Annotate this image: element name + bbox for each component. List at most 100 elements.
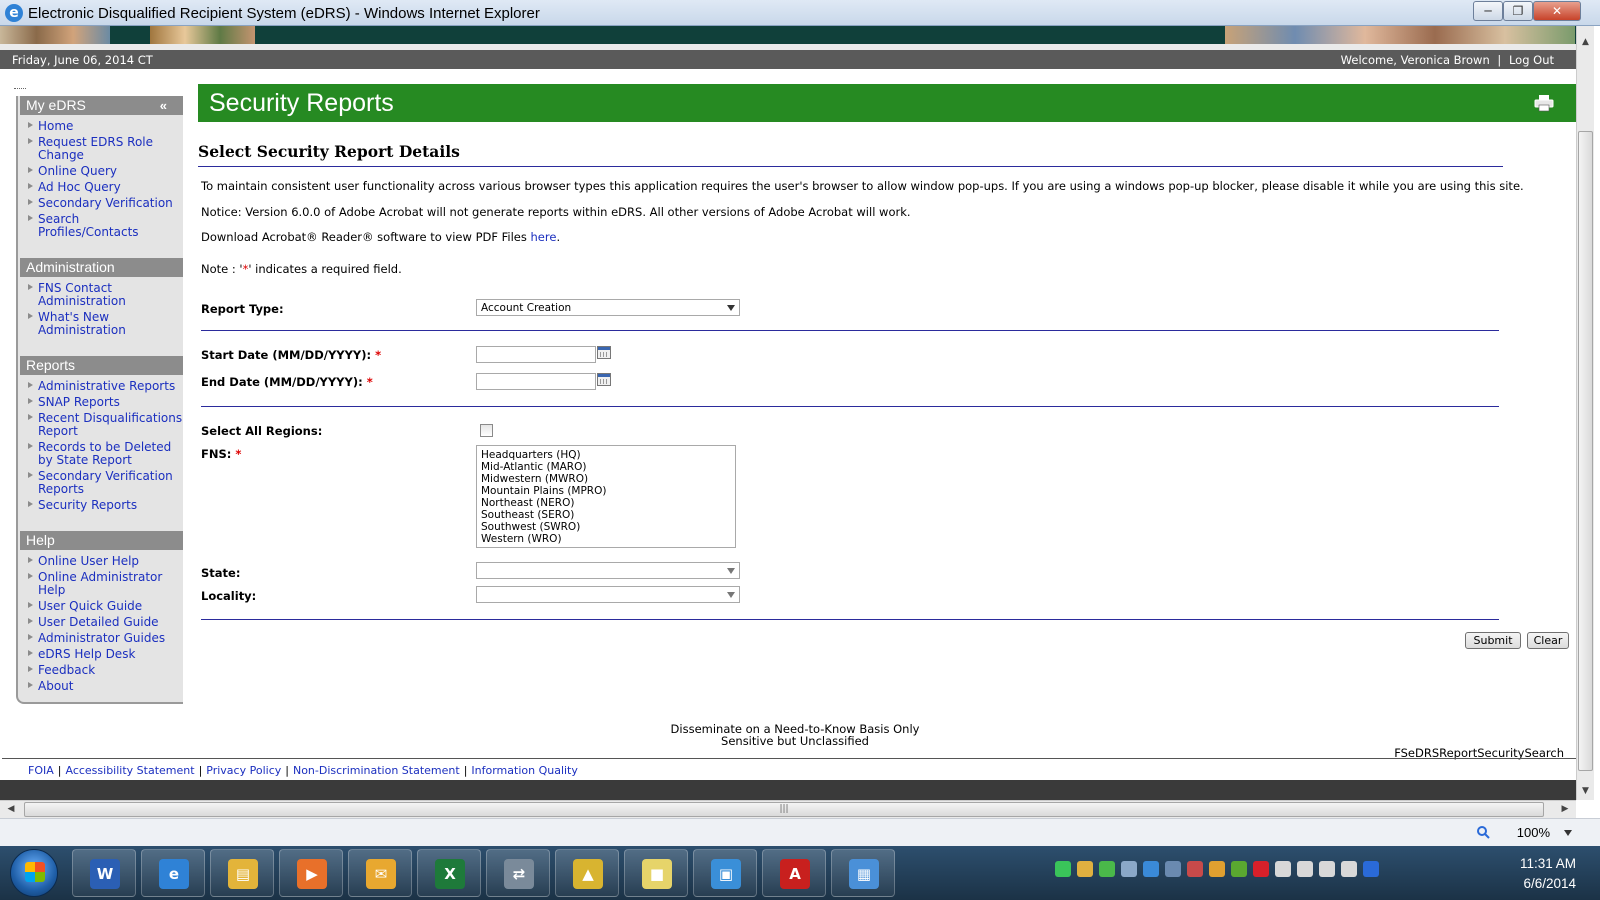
sidebar-link[interactable]: Online Query xyxy=(26,165,183,178)
taskbar-app-sticky-notes[interactable]: ■ xyxy=(624,849,688,897)
sidebar-link[interactable]: Secondary Verification Reports xyxy=(26,470,183,496)
tools-icon[interactable] xyxy=(1187,861,1203,877)
fns-region-option[interactable]: Headquarters (HQ) xyxy=(481,449,731,461)
calendar-icon[interactable] xyxy=(597,373,611,386)
taskbar-app-ie[interactable]: e xyxy=(141,849,205,897)
fns-region-option[interactable]: Midwestern (MWRO) xyxy=(481,473,731,485)
sidebar-resize-handle[interactable] xyxy=(14,88,26,92)
sidebar-link[interactable]: Online Administrator Help xyxy=(26,571,183,597)
horizontal-scrollbar[interactable]: ◀ ||| ▶ xyxy=(0,800,1576,818)
sidebar-section-header[interactable]: Reports xyxy=(20,356,183,375)
nvidia-icon[interactable] xyxy=(1231,861,1247,877)
download-here-link[interactable]: here xyxy=(531,230,557,244)
report-type-select[interactable]: Account Creation xyxy=(476,299,740,316)
zoom-level[interactable]: 100% xyxy=(1517,825,1550,840)
taskbar-app-outlook[interactable]: ✉ xyxy=(348,849,412,897)
sidebar-link[interactable]: Administrator Guides xyxy=(26,632,183,645)
footer-link[interactable]: Privacy Policy xyxy=(206,764,281,777)
start-date-input[interactable] xyxy=(476,346,596,363)
close-button[interactable]: ✕ xyxy=(1533,1,1581,21)
taskbar-app-explorer-folder[interactable]: ▤ xyxy=(210,849,274,897)
submit-button[interactable]: Submit xyxy=(1465,632,1521,649)
sidebar-link[interactable]: What's New Administration xyxy=(26,311,183,337)
sidebar-link[interactable]: Administrative Reports xyxy=(26,380,183,393)
printer-icon[interactable] xyxy=(1534,94,1554,112)
sidebar-section-header[interactable]: Administration xyxy=(20,258,183,277)
shield-icon[interactable] xyxy=(1143,861,1159,877)
plus-icon[interactable] xyxy=(1099,861,1115,877)
scroll-right-icon[interactable]: ▶ xyxy=(1556,801,1574,818)
sidebar-section-header[interactable]: Help xyxy=(20,531,183,550)
lock-icon[interactable] xyxy=(1077,861,1093,877)
sidebar-link[interactable]: About xyxy=(26,680,183,693)
maximize-button[interactable]: ❐ xyxy=(1503,1,1533,21)
taskbar-app-control-panel[interactable]: ▦ xyxy=(831,849,895,897)
locality-select[interactable] xyxy=(476,586,740,603)
fns-region-option[interactable]: Southeast (SERO) xyxy=(481,509,731,521)
taskbar-app-excel[interactable]: X xyxy=(417,849,481,897)
taskbar-app-remote-desktop[interactable]: ▣ xyxy=(693,849,757,897)
taskbar-app-network[interactable]: ⇄ xyxy=(486,849,550,897)
scrollbar-thumb[interactable]: ||| xyxy=(24,802,1544,817)
signal-icon[interactable] xyxy=(1319,861,1335,877)
collapse-icon[interactable]: « xyxy=(160,96,167,115)
taskbar-app-acrobat[interactable]: A xyxy=(762,849,826,897)
sidebar-link[interactable]: Feedback xyxy=(26,664,183,677)
taskbar-app-vpn[interactable]: ▲ xyxy=(555,849,619,897)
footer-link[interactable]: FOIA xyxy=(28,764,54,777)
window-title-bar[interactable]: e Electronic Disqualified Recipient Syst… xyxy=(0,0,1600,26)
sidebar-link[interactable]: Search Profiles/Contacts xyxy=(26,213,183,239)
fns-region-option[interactable]: Northeast (NERO) xyxy=(481,497,731,509)
sidebar-link[interactable]: Ad Hoc Query xyxy=(26,181,183,194)
sidebar-link[interactable]: Secondary Verification xyxy=(26,197,183,210)
scroll-up-icon[interactable]: ▲ xyxy=(1577,34,1594,51)
chevron-down-icon xyxy=(727,568,735,574)
start-button[interactable] xyxy=(10,849,58,897)
sidebar-link[interactable]: Home xyxy=(26,120,183,133)
sidebar-link[interactable]: Records to be Deleted by State Report xyxy=(26,441,183,467)
taskbar-app-word[interactable]: W xyxy=(72,849,136,897)
volume-icon[interactable] xyxy=(1341,861,1357,877)
antivirus-icon[interactable] xyxy=(1253,861,1269,877)
bluetooth-icon[interactable] xyxy=(1363,861,1379,877)
monitor-icon[interactable] xyxy=(1165,861,1181,877)
footer-link[interactable]: Information Quality xyxy=(471,764,577,777)
taskbar-clock[interactable]: 11:31 AM 6/6/2014 xyxy=(1520,854,1576,894)
outlook-tray-icon[interactable] xyxy=(1209,861,1225,877)
footer-link[interactable]: Accessibility Statement xyxy=(65,764,194,777)
clear-button[interactable]: Clear xyxy=(1527,632,1569,649)
end-date-input[interactable] xyxy=(476,373,596,390)
sync-icon[interactable] xyxy=(1055,861,1071,877)
sidebar-link[interactable]: Security Reports xyxy=(26,499,183,512)
sidebar-link[interactable]: Recent Disqualifications Report xyxy=(26,412,183,438)
sidebar-link[interactable]: SNAP Reports xyxy=(26,396,183,409)
scrollbar-thumb[interactable] xyxy=(1578,131,1593,771)
sidebar-link[interactable]: eDRS Help Desk xyxy=(26,648,183,661)
state-select[interactable] xyxy=(476,562,740,579)
chevron-down-icon[interactable] xyxy=(1564,830,1572,836)
scroll-down-icon[interactable]: ▼ xyxy=(1577,783,1594,800)
taskbar-app-media-player[interactable]: ▶ xyxy=(279,849,343,897)
sidebar-link[interactable]: User Quick Guide xyxy=(26,600,183,613)
minimize-button[interactable]: ─ xyxy=(1473,1,1503,21)
flag-icon[interactable] xyxy=(1275,861,1291,877)
fns-region-option[interactable]: Mid-Atlantic (MARO) xyxy=(481,461,731,473)
sidebar-link[interactable]: User Detailed Guide xyxy=(26,616,183,629)
fns-region-option[interactable]: Mountain Plains (MPRO) xyxy=(481,485,731,497)
fns-region-option[interactable]: Southwest (SWRO) xyxy=(481,521,731,533)
fns-region-listbox[interactable]: Headquarters (HQ) Mid-Atlantic (MARO) Midw… xyxy=(476,445,736,548)
logout-link[interactable]: Log Out xyxy=(1509,53,1554,67)
fns-region-option[interactable]: Western (WRO) xyxy=(481,533,731,545)
vertical-scrollbar[interactable]: ▲ ▼ xyxy=(1576,26,1594,800)
sidebar-link[interactable]: Request EDRS Role Change xyxy=(26,136,183,162)
power-icon[interactable] xyxy=(1297,861,1313,877)
sidebar-section-header[interactable]: My eDRS « xyxy=(20,96,183,115)
display-icon[interactable] xyxy=(1121,861,1137,877)
sidebar-link[interactable]: FNS Contact Administration xyxy=(26,282,183,308)
footer-link[interactable]: Non-Discrimination Statement xyxy=(293,764,460,777)
calendar-icon[interactable] xyxy=(597,346,611,359)
sidebar-link[interactable]: Online User Help xyxy=(26,555,183,568)
select-all-regions-checkbox[interactable] xyxy=(480,424,493,437)
scroll-left-icon[interactable]: ◀ xyxy=(2,801,20,818)
zoom-icon[interactable] xyxy=(1476,825,1490,839)
